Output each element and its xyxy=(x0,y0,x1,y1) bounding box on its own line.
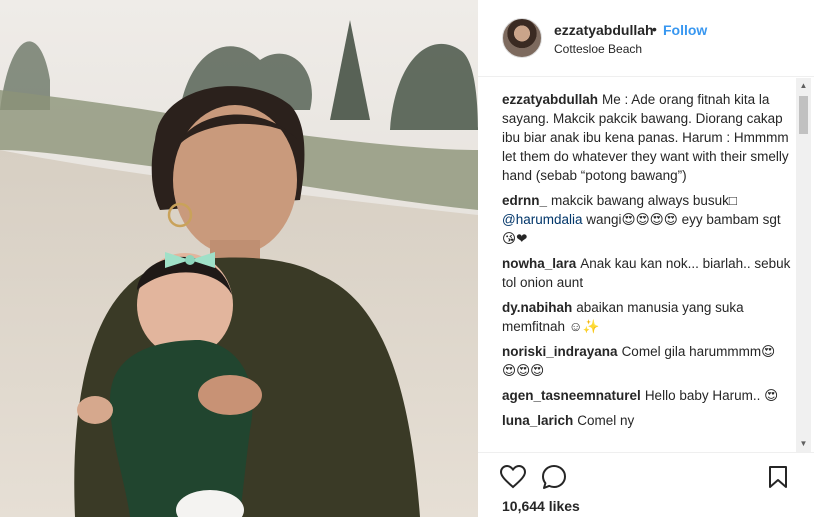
comment-item: luna_larich Comel ny xyxy=(502,411,792,430)
scroll-down-arrow-icon[interactable]: ▼ xyxy=(796,438,811,450)
follow-button[interactable]: Follow xyxy=(663,22,707,38)
scroll-thumb[interactable] xyxy=(799,96,808,134)
post-photo[interactable] xyxy=(0,0,478,517)
caption: ezzatyabdullah Me : Ade orang fitnah kita… xyxy=(502,90,792,185)
comment-username[interactable]: noriski_indrayana xyxy=(502,344,618,359)
comment-username[interactable]: ezzatyabdullah xyxy=(502,92,598,107)
comment-text: Hello baby Harum.. 😍 xyxy=(644,388,779,403)
comment-username[interactable]: dy.nabihah xyxy=(502,300,572,315)
comment-item: agen_tasneemnaturel Hello baby Harum.. 😍 xyxy=(502,386,792,405)
comment-text: Comel ny xyxy=(577,413,635,428)
heart-outline-icon[interactable] xyxy=(499,464,527,494)
comment-username[interactable]: luna_larich xyxy=(502,413,573,428)
likes-count[interactable]: 10,644 likes xyxy=(502,498,580,514)
comment-item: nowha_lara Anak kau kan nok... biarlah.. … xyxy=(502,254,792,292)
comment-item: dy.nabihah abaikan manusia yang suka memf… xyxy=(502,298,792,336)
comment-username[interactable]: agen_tasneemnaturel xyxy=(502,388,641,403)
comment-text: makcik bawang always busuk□ xyxy=(551,193,738,208)
comment-mention[interactable]: @harumdalia xyxy=(502,212,583,227)
comments-scrollbar[interactable]: ▲ ▼ xyxy=(796,78,811,452)
comment-item: edrnn_ makcik bawang always busuk□ @harum… xyxy=(502,191,792,248)
scroll-up-arrow-icon[interactable]: ▲ xyxy=(796,80,811,92)
comments-list: ezzatyabdullah Me : Ade orang fitnah kita… xyxy=(502,90,792,450)
avatar[interactable] xyxy=(502,18,542,58)
post-location[interactable]: Cottesloe Beach xyxy=(554,42,642,56)
comment-username[interactable]: edrnn_ xyxy=(502,193,547,208)
separator-dot: • xyxy=(652,21,657,37)
post-username[interactable]: ezzatyabdullah xyxy=(554,22,654,38)
comment-item: noriski_indrayana Comel gila harummmm😍 😍😍… xyxy=(502,342,792,380)
post-actions: 10,644 likes xyxy=(478,452,814,517)
speech-bubble-icon[interactable] xyxy=(541,464,567,495)
comment-username[interactable]: nowha_lara xyxy=(502,256,576,271)
bookmark-icon[interactable] xyxy=(768,465,788,494)
post-header: ezzatyabdullah • Follow Cottesloe Beach xyxy=(478,0,814,77)
photo-illustration xyxy=(0,0,478,517)
post-detail-panel: ezzatyabdullah • Follow Cottesloe Beach … xyxy=(478,0,814,517)
